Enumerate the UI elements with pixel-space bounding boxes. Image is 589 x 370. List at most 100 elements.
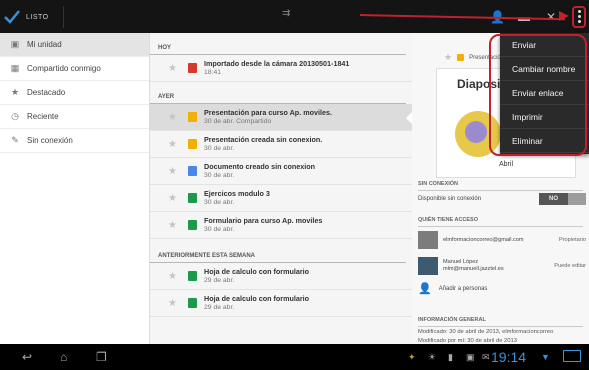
file-date: 30 de abr. — [204, 199, 235, 206]
divider — [62, 6, 64, 28]
avatar — [418, 257, 438, 275]
preview-label: Presentación — [469, 54, 505, 61]
list-item[interactable]: ★ Presentación para curso Ap. moviles. 30… — [150, 104, 412, 131]
spreadsheet-file-icon — [188, 193, 197, 203]
person-name: Manuel López — [443, 259, 479, 265]
list-item[interactable]: ★ Ejercicos modulo 3 30 de abr. — [150, 185, 412, 212]
menu-item-rename[interactable]: Cambiar nombre — [500, 57, 589, 81]
done-button[interactable]: LISTO — [4, 4, 64, 30]
modified-text: Modificado: 30 de abril de 2013, elmform… — [418, 329, 554, 335]
sidebar-item-offline[interactable]: ✎ Sin conexión — [0, 129, 149, 153]
sidebar-item-starred[interactable]: ★ Destacado — [0, 81, 149, 105]
sidebar-item-label: Destacado — [27, 88, 66, 97]
overflow-menu-icon[interactable] — [572, 6, 586, 28]
star-icon[interactable]: ★ — [444, 52, 452, 63]
section-header: SIN CONEXIÓN — [418, 181, 583, 191]
add-person-icon: 👤 — [418, 283, 432, 295]
check-icon — [4, 10, 20, 24]
notification-icon: ☀ — [428, 352, 437, 362]
file-title: Presentación creada sin conexion. — [204, 135, 323, 144]
file-date: 29 de abr. — [204, 277, 235, 284]
share-arrows-icon: ⇉ — [282, 8, 291, 19]
person-email: elmformacioncorreo@gmail.com — [443, 236, 524, 243]
file-title: Presentación para curso Ap. moviles. — [204, 108, 332, 117]
add-people-button[interactable]: 👤 Añadir a personas — [418, 282, 586, 295]
star-icon[interactable]: ★ — [168, 298, 182, 309]
add-people-label: Añadir a personas — [438, 285, 488, 292]
section-header: AYER — [150, 82, 406, 104]
presentation-file-icon — [457, 54, 465, 61]
access-row[interactable]: Manuel López mlm@manuell.jazztel.es Puede… — [418, 257, 586, 275]
section-header: INFORMACIÓN GENERAL — [418, 317, 583, 327]
star-icon[interactable]: ★ — [168, 271, 182, 282]
spreadsheet-file-icon — [188, 271, 197, 281]
file-date: 30 de abr. — [204, 172, 235, 179]
file-date: 30 de abr. — [204, 226, 235, 233]
list-item[interactable]: ★ Documento creado sin conexion 30 de abr… — [150, 158, 412, 185]
menu-item-print[interactable]: Imprimir — [500, 105, 589, 129]
star-icon[interactable]: ★ — [168, 139, 182, 150]
home-icon[interactable]: ⌂ — [60, 350, 67, 364]
menu-item-send-link[interactable]: Enviar enlace — [500, 81, 589, 105]
presentation-file-icon — [188, 139, 197, 149]
preview-graphic — [465, 121, 487, 143]
star-icon: ★ — [10, 87, 20, 97]
battery-icon — [563, 350, 581, 362]
sidebar-item-label: Reciente — [27, 112, 59, 121]
pin-icon: ✎ — [11, 135, 19, 145]
preview-caption: Abril — [499, 161, 514, 168]
list-item[interactable]: ★ Importado desde la cámara 20130501-184… — [150, 55, 412, 82]
preview-header: ★ Presentación — [444, 52, 504, 63]
list-item[interactable]: ★ Hoja de calculo con formulario 29 de ab… — [150, 290, 412, 317]
recent-apps-icon[interactable]: ❐ — [96, 350, 107, 364]
file-title: Importado desde la cámara 20130501-1841 — [204, 59, 350, 68]
sidebar-item-label: Sin conexión — [27, 136, 73, 145]
star-icon[interactable]: ★ — [168, 193, 182, 204]
file-date: 30 de abr. — [204, 145, 235, 152]
sidebar-item-recent[interactable]: ◷ Reciente — [0, 105, 149, 129]
photo-file-icon — [188, 63, 197, 73]
wifi-icon: ▼ — [541, 352, 550, 362]
drive-icon: ▣ — [10, 39, 20, 49]
presentation-file-icon — [188, 112, 197, 122]
annotation-arrow — [359, 14, 565, 21]
sidebar-item-shared[interactable]: ▦ Compartido conmigo — [0, 57, 149, 81]
clock-icon: ◷ — [11, 111, 19, 121]
overflow-menu: Enviar Cambiar nombre Enviar enlace Impr… — [500, 33, 589, 154]
list-item[interactable]: ★ Presentación creada sin conexion. 30 de… — [150, 131, 412, 158]
offline-row: Disponible sin conexión NO — [418, 193, 586, 205]
list-item[interactable]: ★ Hoja de calculo con formulario 29 de ab… — [150, 263, 412, 290]
access-row[interactable]: elmformacioncorreo@gmail.com Propietario — [418, 231, 586, 249]
list-item[interactable]: ★ Formulario para curso Ap. moviles 30 de… — [150, 212, 412, 239]
menu-item-delete[interactable]: Eliminar — [500, 129, 589, 153]
section-header: QUIÉN TIENE ACCESO — [418, 217, 583, 227]
star-icon[interactable]: ★ — [168, 220, 182, 231]
person-email: mlm@manuell.jazztel.es — [443, 266, 504, 272]
shared-icon: ▦ — [10, 63, 20, 73]
star-icon[interactable]: ★ — [168, 63, 182, 74]
person-role: Propietario — [558, 237, 586, 243]
annotation-arrowhead — [559, 11, 569, 21]
menu-item-send[interactable]: Enviar — [500, 33, 589, 57]
section-header: ANTERIORMENTE ESTA SEMANA — [150, 239, 406, 263]
offline-label: Disponible sin conexión — [418, 196, 482, 202]
download-icon: ▮ — [448, 352, 453, 362]
star-icon[interactable]: ★ — [168, 166, 182, 177]
usb-icon: ✦ — [408, 352, 416, 362]
section-header: HOY — [150, 33, 406, 55]
image-icon: ▣ — [466, 352, 475, 362]
back-icon[interactable]: ↩ — [22, 350, 32, 364]
avatar — [418, 231, 438, 249]
offline-toggle[interactable]: NO — [539, 193, 586, 205]
file-title: Formulario para curso Ap. moviles — [204, 216, 323, 225]
clock: 19:14 — [491, 349, 527, 365]
person-role: Puede editar — [554, 263, 586, 269]
sidebar-item-my-drive[interactable]: ▣ Mi unidad — [0, 33, 149, 57]
system-bar: ↩ ⌂ ❐ ✦ ☀ ▮ ▣ ✉ 19:14 ▼ — [0, 344, 589, 370]
action-bar: LISTO ⇉ 👤 ▬ ✕ — [0, 0, 589, 33]
sidebar-item-label: Compartido conmigo — [27, 64, 101, 73]
star-icon[interactable]: ★ — [168, 112, 182, 123]
file-list: HOY ★ Importado desde la cámara 20130501… — [150, 33, 412, 344]
document-file-icon — [188, 166, 197, 176]
file-date: 30 de abr. Compartido — [204, 118, 272, 125]
